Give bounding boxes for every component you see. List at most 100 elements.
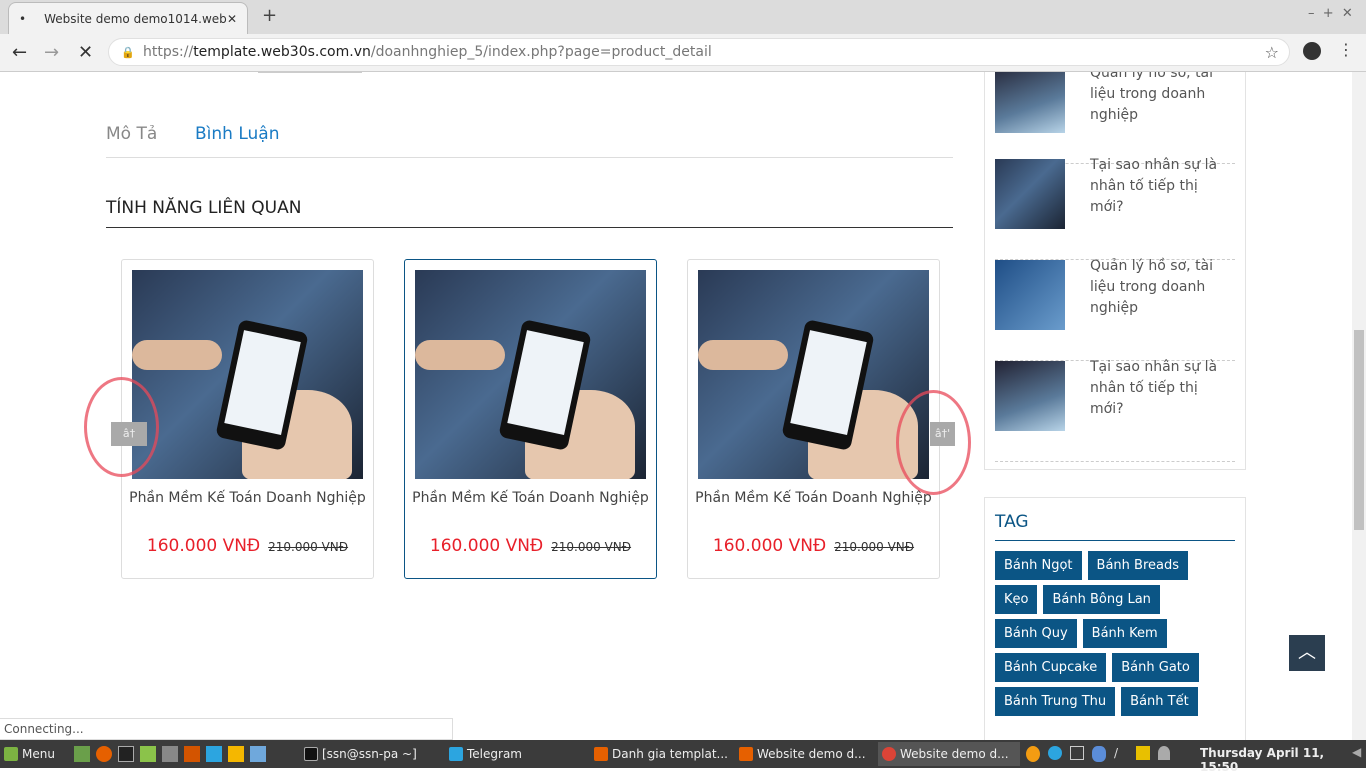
tag-button[interactable]: Bánh Trung Thu xyxy=(995,687,1116,716)
product-name[interactable]: Phần Mềm Kế Toán Doanh Nghiệp xyxy=(405,490,656,506)
user-icon[interactable] xyxy=(1158,746,1170,760)
news-title[interactable]: Quản lý hồ sơ, tài liệu trong doanh nghi… xyxy=(1090,72,1220,126)
tag-title: TAG xyxy=(995,512,1235,541)
browser-tab[interactable]: • Website demo demo1014.web30s ✕ xyxy=(8,2,248,34)
loading-icon: • xyxy=(19,11,27,26)
tag-button[interactable]: Bánh Bông Lan xyxy=(1043,585,1160,614)
pen-icon[interactable]: / xyxy=(1114,746,1128,760)
taskbar: Menu [ssn@ssn-pa ~] Telegram Danh gia te… xyxy=(0,740,1366,774)
news-item[interactable]: Tại sao nhân sự là nhân tố tiếp thị mới? xyxy=(995,359,1235,462)
app-icon[interactable] xyxy=(250,746,266,762)
divider xyxy=(106,227,953,228)
news-item[interactable]: Quản lý hồ sơ, tài liệu trong doanh nghi… xyxy=(995,72,1235,164)
tag-button[interactable]: Bánh Gato xyxy=(1112,653,1199,682)
product-name[interactable]: Phần Mềm Kế Toán Doanh Nghiệp xyxy=(122,490,373,506)
status-bubble: Connecting... xyxy=(0,718,453,740)
back-to-top-button[interactable]: ︿ xyxy=(1289,635,1325,671)
tag-list: Bánh Ngọt Bánh Breads Kẹo Bánh Bông Lan Bánh… xyxy=(995,551,1235,721)
task-label: Website demo d... xyxy=(757,747,866,761)
product-price: 160.000 VNĐ xyxy=(146,536,261,556)
quick-launch xyxy=(74,746,266,762)
close-tab-icon[interactable]: ✕ xyxy=(227,12,237,26)
sublime-icon[interactable] xyxy=(184,746,200,762)
tag-box: TAG Bánh Ngọt Bánh Breads Kẹo Bánh Bông Lan… xyxy=(984,497,1246,740)
taskbar-item[interactable]: [ssn@ssn-pa ~] xyxy=(300,742,440,766)
shield-icon[interactable] xyxy=(1092,746,1106,762)
product-old-price: 210.000 VNĐ xyxy=(834,540,915,554)
network-icon[interactable] xyxy=(1136,746,1150,760)
tag-button[interactable]: Bánh Tết xyxy=(1121,687,1198,716)
task-label: Telegram xyxy=(467,747,522,761)
telegram-tray-icon[interactable] xyxy=(1048,746,1062,760)
telegram-icon xyxy=(449,747,463,761)
news-thumbnail xyxy=(995,361,1065,431)
window-controls[interactable]: – + ✕ xyxy=(1308,6,1353,21)
tag-button[interactable]: Bánh Ngọt xyxy=(995,551,1082,580)
product-name[interactable]: Phần Mềm Kế Toán Doanh Nghiệp xyxy=(688,490,939,506)
url-scheme: https:// xyxy=(143,44,194,60)
new-tab-button[interactable]: + xyxy=(262,5,277,26)
product-card[interactable]: Phần Mềm Kế Toán Doanh Nghiệp 160.000 VN… xyxy=(121,259,374,579)
task-label: Website demo d... xyxy=(900,747,1009,761)
menu-label: Menu xyxy=(22,747,55,761)
clock[interactable]: Thursday April 11, 15:50 xyxy=(1200,746,1366,774)
news-title[interactable]: Quản lý hồ sơ, tài liệu trong doanh nghi… xyxy=(1090,256,1220,319)
firefox-icon[interactable] xyxy=(96,746,112,762)
news-thumbnail xyxy=(995,72,1065,133)
tab-description[interactable]: Mô Tả xyxy=(106,124,157,144)
firefox-icon xyxy=(594,747,608,761)
news-title[interactable]: Tại sao nhân sự là nhân tố tiếp thị mới? xyxy=(1090,155,1220,218)
product-price: 160.000 VNĐ xyxy=(712,536,827,556)
taskbar-item[interactable]: Telegram xyxy=(445,742,585,766)
lock-icon: 🔒 xyxy=(121,45,135,59)
scrollbar-thumb[interactable] xyxy=(1354,330,1364,530)
terminal-icon[interactable] xyxy=(118,746,134,762)
taskbar-item[interactable]: Danh gia templat... xyxy=(590,742,730,766)
flame-icon[interactable] xyxy=(1026,746,1040,762)
taskbar-item-active[interactable]: Website demo d... xyxy=(878,742,1020,766)
news-title[interactable]: Tại sao nhân sự là nhân tố tiếp thị mới? xyxy=(1090,357,1220,420)
product-image xyxy=(132,270,363,479)
tag-button[interactable]: Bánh Kem xyxy=(1082,619,1167,648)
menu-kebab-icon[interactable]: ⋮ xyxy=(1338,40,1354,59)
annotation-circle xyxy=(896,390,971,495)
news-item[interactable]: Quản lý hồ sơ, tài liệu trong doanh nghi… xyxy=(995,258,1235,361)
taskbar-item[interactable]: Website demo d... xyxy=(735,742,875,766)
profile-icon[interactable] xyxy=(1303,42,1321,60)
news-sidebar: Quản lý hồ sơ, tài liệu trong doanh nghi… xyxy=(984,72,1246,470)
volume-icon[interactable]: ◀ xyxy=(1352,745,1361,759)
forward-icon[interactable]: → xyxy=(44,42,59,63)
tab-comments[interactable]: Bình Luận xyxy=(195,124,279,144)
product-image xyxy=(415,270,646,479)
annotation-circle xyxy=(84,377,159,477)
files-icon[interactable] xyxy=(140,746,156,762)
task-label: [ssn@ssn-pa ~] xyxy=(322,747,417,761)
firefox-icon xyxy=(739,747,753,761)
browser-tab-bar: • Website demo demo1014.web30s ✕ + – + ✕ xyxy=(0,0,1366,34)
start-menu-button[interactable]: Menu xyxy=(0,742,70,766)
back-icon[interactable]: ← xyxy=(12,42,27,63)
stop-icon[interactable]: ✕ xyxy=(78,42,93,63)
tag-button[interactable]: Bánh Cupcake xyxy=(995,653,1107,682)
url-path: /doanhnghiep_5/index.php?page=product_de… xyxy=(370,44,712,60)
keyboard-icon[interactable] xyxy=(1070,746,1084,760)
tag-button[interactable]: Bánh Breads xyxy=(1087,551,1188,580)
chrome-icon xyxy=(882,747,896,761)
tag-button[interactable]: Bánh Quy xyxy=(995,619,1077,648)
camera-icon[interactable] xyxy=(162,746,178,762)
news-thumbnail xyxy=(995,159,1065,229)
related-title: TÍNH NĂNG LIÊN QUAN xyxy=(106,198,302,218)
tag-button[interactable]: Kẹo xyxy=(995,585,1038,614)
product-card[interactable]: Phần Mềm Kế Toán Doanh Nghiệp 160.000 VN… xyxy=(404,259,657,579)
notes-icon[interactable] xyxy=(228,746,244,762)
telegram-icon[interactable] xyxy=(206,746,222,762)
desktop-icon[interactable] xyxy=(74,746,90,762)
divider xyxy=(106,157,953,158)
url-host: template.web30s.com.vn xyxy=(193,44,371,60)
bookmark-star-icon[interactable]: ☆ xyxy=(1265,43,1279,62)
terminal-icon xyxy=(304,747,318,761)
news-item[interactable]: Tại sao nhân sự là nhân tố tiếp thị mới? xyxy=(995,157,1235,260)
product-price: 160.000 VNĐ xyxy=(429,536,544,556)
address-bar[interactable]: 🔒 https://template.web30s.com.vn/doanhng… xyxy=(108,38,1290,66)
mint-logo-icon xyxy=(4,747,18,761)
